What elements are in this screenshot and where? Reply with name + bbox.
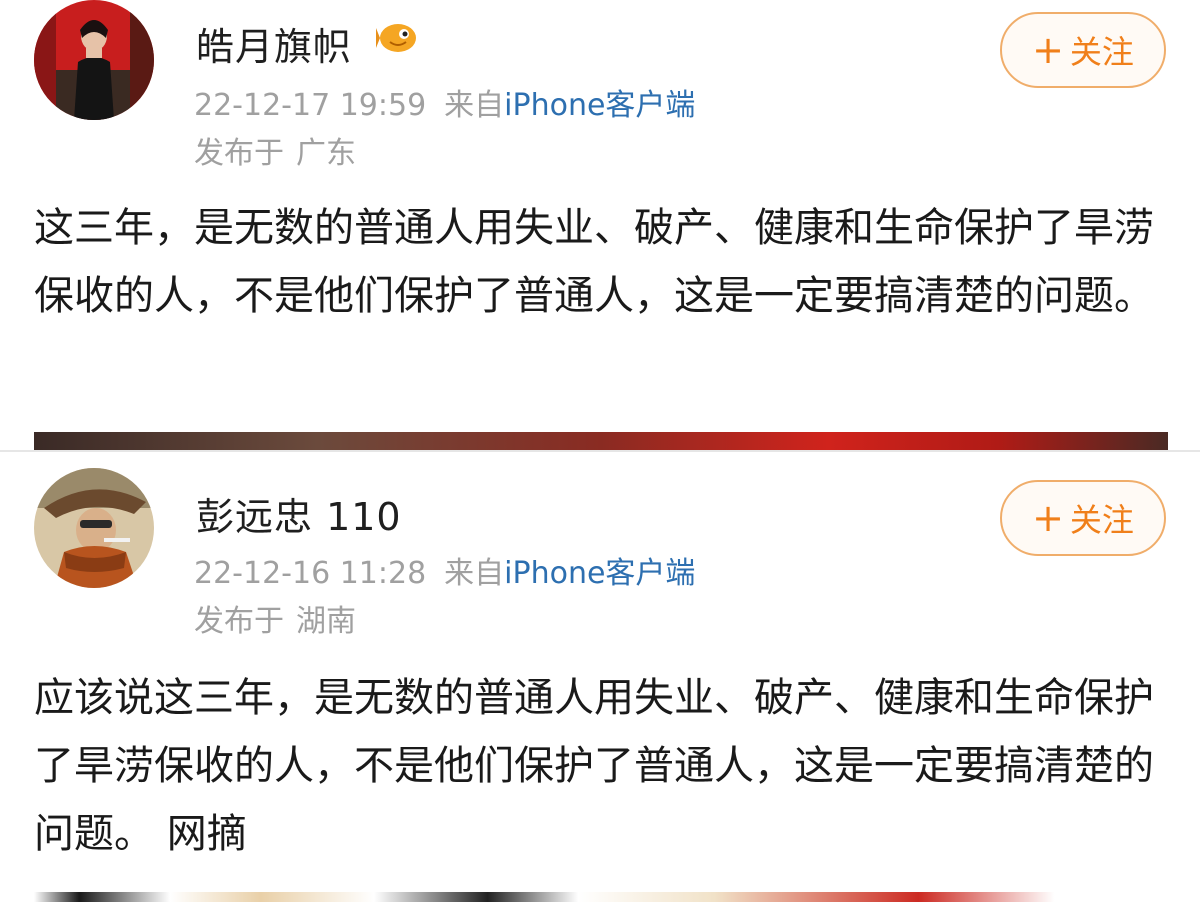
client-link[interactable]: iPhone客户端 [504, 556, 695, 591]
weibo-post-2: 彭远忠 110 + 关注 22-12-16 11:28 来自iPhone客户端 发… [0, 450, 1200, 902]
follow-button[interactable]: + 关注 [1000, 12, 1166, 88]
post-meta: 22-12-16 11:28 来自iPhone客户端 [194, 548, 695, 592]
plus-icon: + [1032, 496, 1064, 540]
source-prefix: 来自 [444, 88, 505, 123]
post-meta: 22-12-17 19:59 来自iPhone客户端 [194, 80, 695, 124]
username[interactable]: 皓月旗帜 [196, 16, 352, 71]
avatar-photo-icon [34, 468, 154, 588]
location-label: 发布于 [194, 604, 284, 639]
username[interactable]: 彭远忠 110 [196, 486, 402, 541]
location-value: 广东 [296, 136, 356, 171]
user-avatar[interactable] [34, 468, 154, 588]
avatar-photo-icon [34, 0, 154, 120]
location-label: 发布于 [194, 136, 284, 171]
follow-label: 关注 [1069, 33, 1134, 71]
post-timestamp: 22-12-17 19:59 [194, 88, 427, 123]
post-image-preview[interactable] [34, 892, 1168, 902]
post-body-text: 这三年，是无数的普通人用失业、破产、健康和生命保护了旱涝保收的人，不是他们保护了… [34, 205, 1154, 319]
post-image-preview[interactable] [34, 432, 1168, 450]
vip-fish-badge-icon[interactable] [376, 20, 420, 56]
post-location: 发布于 湖南 [194, 596, 356, 640]
follow-label: 关注 [1069, 501, 1134, 539]
client-link[interactable]: iPhone客户端 [504, 88, 695, 123]
follow-button[interactable]: + 关注 [1000, 480, 1166, 556]
weibo-post-1: 皓月旗帜 + 关注 22-12-17 19:59 来自iPhone客户端 发布于广… [0, 0, 1200, 450]
post-body-text: 应该说这三年，是无数的普通人用失业、破产、健康和生命保护了旱涝保收的人，不是他们… [34, 675, 1154, 857]
user-avatar[interactable] [34, 0, 154, 120]
source-prefix: 来自 [444, 556, 505, 591]
plus-icon: + [1032, 28, 1064, 72]
post-timestamp: 22-12-16 11:28 [194, 556, 427, 591]
location-value: 湖南 [296, 604, 356, 639]
post-location: 发布于 广东 [194, 128, 356, 172]
